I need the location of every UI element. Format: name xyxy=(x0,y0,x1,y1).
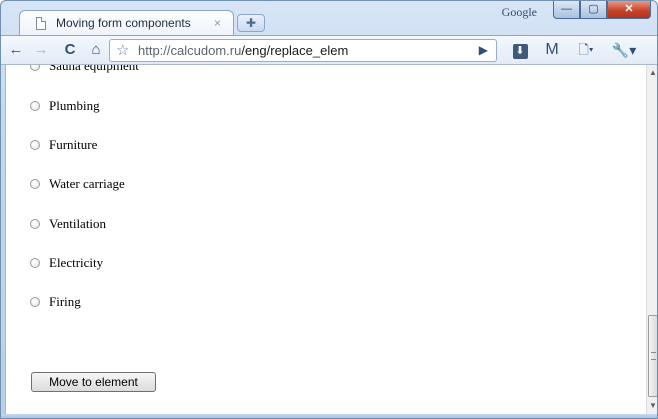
option-ventilation[interactable]: Ventilation xyxy=(30,215,106,233)
gmail-icon[interactable]: M xyxy=(539,40,565,60)
option-label: Water carriage xyxy=(49,176,125,191)
toolbar: ← → C ⌂ ☆ http://calcudom.ru/eng/replace… xyxy=(1,35,657,65)
home-icon[interactable]: ⌂ xyxy=(85,40,107,60)
radio-button[interactable] xyxy=(30,219,40,229)
window-controls: — ▢ ✕ xyxy=(553,1,651,19)
close-icon[interactable]: × xyxy=(214,16,221,30)
page-menu-icon[interactable]: 🗋▾ xyxy=(572,40,600,60)
back-icon[interactable]: ← xyxy=(6,40,26,60)
save-icon: ⬇ xyxy=(512,44,528,59)
radio-button[interactable] xyxy=(30,140,40,150)
radio-button[interactable] xyxy=(30,101,40,111)
option-label: Plumbing xyxy=(49,98,100,113)
wrench-icon[interactable]: 🔧▾ xyxy=(607,40,641,60)
option-electricity[interactable]: Electricity xyxy=(30,254,103,272)
radio-button[interactable] xyxy=(30,258,40,268)
radio-button[interactable] xyxy=(30,179,40,189)
window-bottom-frame xyxy=(1,414,657,418)
option-label: Sauna equipment xyxy=(49,65,139,73)
option-firing[interactable]: Firing xyxy=(30,293,81,311)
go-icon[interactable]: ▶ xyxy=(479,43,488,57)
option-label: Ventilation xyxy=(49,216,107,231)
option-plumbing[interactable]: Plumbing xyxy=(30,97,100,115)
maximize-button[interactable]: ▢ xyxy=(580,1,607,19)
forward-icon[interactable]: → xyxy=(31,40,51,60)
move-to-element-button[interactable]: Move to element xyxy=(31,372,156,392)
option-label: Furniture xyxy=(49,137,98,152)
url-text[interactable]: http://calcudom.ru/eng/replace_elem xyxy=(138,43,466,58)
url-host: http://calcudom.ru xyxy=(138,43,242,58)
new-tab-button[interactable]: ✚ xyxy=(237,14,265,32)
option-label: Electricity xyxy=(49,255,104,270)
tab-moving-form-components[interactable]: Moving form components × xyxy=(19,10,234,36)
grip-icon xyxy=(651,352,656,360)
option-sauna-equipment[interactable]: Sauna equipment xyxy=(30,65,139,75)
radio-button[interactable] xyxy=(30,297,40,307)
option-furniture[interactable]: Furniture xyxy=(30,136,97,154)
close-window-button[interactable]: ✕ xyxy=(607,1,651,19)
option-water-carriage[interactable]: Water carriage xyxy=(30,175,125,193)
brand-label: Google xyxy=(501,5,537,19)
save-button[interactable]: ⬇ xyxy=(509,40,531,60)
vertical-scrollbar[interactable]: ▲ ▼ xyxy=(646,65,657,414)
minimize-button[interactable]: — xyxy=(553,1,580,19)
radio-button[interactable] xyxy=(30,65,40,71)
scrollbar-thumb[interactable] xyxy=(648,315,657,397)
star-icon[interactable]: ☆ xyxy=(116,41,129,59)
option-label: Firing xyxy=(49,294,81,309)
url-path: /eng/replace_elem xyxy=(241,43,349,58)
browser-window: Google — ▢ ✕ Moving form components × ✚ … xyxy=(0,0,658,419)
reload-icon[interactable]: C xyxy=(59,40,81,60)
page-content: Sauna equipment Plumbing Furniture Water… xyxy=(5,65,647,414)
page-icon xyxy=(36,17,46,30)
scroll-up-icon[interactable]: ▲ xyxy=(647,65,657,81)
scroll-down-icon[interactable]: ▼ xyxy=(647,398,657,414)
address-bar[interactable]: ☆ http://calcudom.ru/eng/replace_elem ▶ xyxy=(109,39,497,62)
tab-title: Moving form components xyxy=(56,16,191,30)
